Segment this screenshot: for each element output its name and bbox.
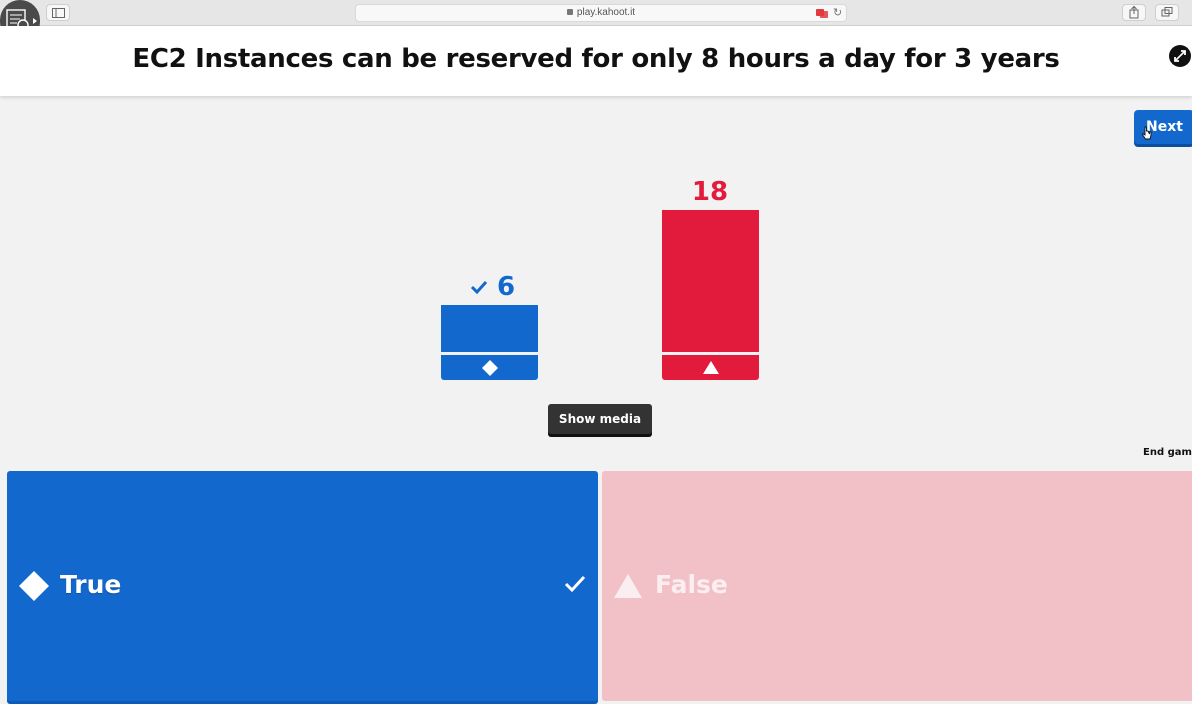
answer-true-panel: True [7, 471, 598, 701]
triangle-icon [702, 360, 719, 374]
question-title: EC2 Instances can be reserved for only 8… [132, 44, 1060, 74]
show-media-button[interactable]: Show media [548, 404, 652, 434]
diamond-icon [481, 359, 498, 376]
end-game-link[interactable]: End game [1143, 447, 1192, 458]
reload-icon[interactable]: ↻ [833, 7, 845, 19]
correct-check-icon [564, 575, 586, 593]
share-button[interactable] [1122, 4, 1146, 21]
diamond-icon [19, 571, 49, 601]
browser-toolbar: play.kahoot.it ↻ [0, 0, 1192, 26]
false-count-label: 18 [691, 177, 729, 207]
false-result-bar [662, 210, 759, 352]
question-header: EC2 Instances can be reserved for only 8… [0, 26, 1192, 96]
answer-false-label: False [655, 570, 728, 599]
true-result-bar [441, 305, 538, 352]
true-bar-shape-cap [441, 355, 538, 380]
answer-false-panel: False [602, 471, 1192, 701]
true-count-label: 6 [496, 272, 516, 302]
lock-icon [566, 9, 573, 15]
correct-check-icon [470, 280, 488, 294]
fullscreen-icon[interactable] [1169, 45, 1191, 67]
extension-icon[interactable] [816, 8, 828, 18]
url-text: play.kahoot.it [356, 7, 846, 18]
tab-overview-button[interactable] [1155, 4, 1179, 21]
triangle-icon [614, 574, 642, 598]
sidebar-toggle-button[interactable] [46, 4, 70, 21]
false-bar-shape-cap [662, 355, 759, 380]
mouse-cursor-icon [1142, 126, 1152, 140]
address-bar[interactable]: play.kahoot.it ↻ [355, 4, 847, 22]
answer-true-label: True [60, 570, 122, 599]
